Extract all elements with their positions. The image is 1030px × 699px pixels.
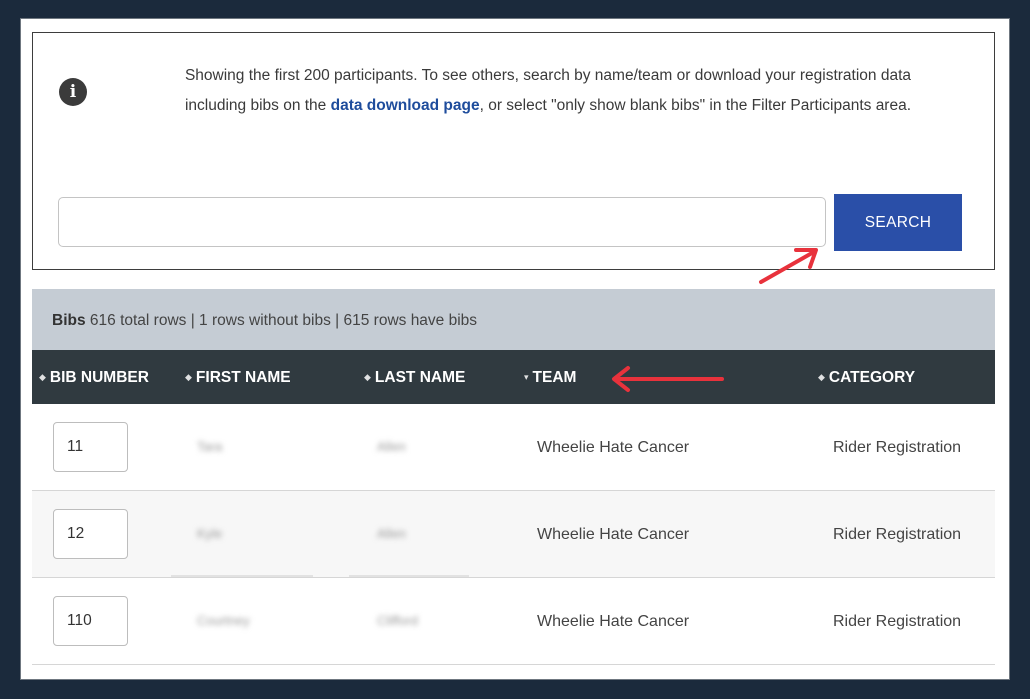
last-name-cell: Allen [377, 526, 406, 541]
column-label: CATEGORY [828, 369, 916, 386]
column-header-last-name[interactable]: ◆ LAST NAME [364, 350, 465, 404]
table-header: ◆ BIB NUMBER ◆ FIRST NAME ◆ LAST NAME ▾ TEAM… [32, 350, 995, 404]
info-box: i Showing the first 200 participants. To… [32, 32, 995, 270]
info-message: Showing the first 200 participants. To s… [128, 61, 968, 121]
first-name-cell: Kyle [197, 526, 223, 541]
column-header-team[interactable]: ▾ TEAM [524, 350, 576, 404]
sort-both-icon: ◆ [364, 372, 371, 382]
first-name-cell: Tara [197, 439, 223, 454]
search-button[interactable]: SEARCH [834, 194, 962, 251]
column-label: LAST NAME [374, 369, 466, 386]
column-header-bib-number[interactable]: ◆ BIB NUMBER [39, 350, 149, 404]
info-icon: i [59, 78, 87, 106]
sort-both-icon: ◆ [185, 372, 192, 382]
data-download-link[interactable]: data download page [331, 97, 480, 114]
column-header-category[interactable]: ◆ CATEGORY [818, 350, 915, 404]
column-label: BIB NUMBER [49, 369, 149, 386]
search-input[interactable] [58, 197, 826, 247]
last-name-cell: Clifford [377, 613, 418, 628]
team-cell: Wheelie Hate Cancer [537, 439, 690, 456]
last-name-cell: Allen [377, 439, 406, 454]
sort-both-icon: ◆ [818, 372, 825, 382]
table-row: Courtney Clifford Wheelie Hate Cancer Ri… [32, 578, 995, 665]
first-name-cell: Courtney [197, 613, 250, 628]
team-cell: Wheelie Hate Cancer [537, 613, 690, 630]
sort-desc-icon: ▾ [524, 372, 529, 382]
bibs-panel: i Showing the first 200 participants. To… [20, 18, 1010, 680]
info-line-1: Showing the first 200 participants. To s… [184, 67, 912, 84]
category-cell: Rider Registration [833, 439, 962, 456]
table-row: Kyle Allen Wheelie Hate Cancer Rider Reg… [32, 491, 995, 578]
column-header-first-name[interactable]: ◆ FIRST NAME [185, 350, 291, 404]
bib-number-input[interactable] [53, 509, 128, 559]
team-cell: Wheelie Hate Cancer [537, 526, 690, 543]
bibs-summary-bar: Bibs 616 total rows | 1 rows without bib… [32, 289, 995, 350]
sort-both-icon: ◆ [39, 372, 46, 382]
table-row: Tara Allen Wheelie Hate Cancer Rider Reg… [32, 404, 995, 491]
category-cell: Rider Registration [833, 613, 962, 630]
column-label: TEAM [532, 369, 577, 386]
first-name-divider [171, 575, 313, 577]
info-line-2-prefix: including bibs on the [184, 97, 331, 114]
last-name-divider [349, 575, 469, 577]
bibs-title: Bibs [52, 312, 86, 329]
column-label: FIRST NAME [195, 369, 291, 386]
bibs-counts: 616 total rows | 1 rows without bibs | 6… [89, 312, 478, 329]
category-cell: Rider Registration [833, 526, 962, 543]
info-line-2-suffix: , or select "only show blank bibs" in th… [479, 97, 912, 114]
bib-number-input[interactable] [53, 596, 128, 646]
bib-number-input[interactable] [53, 422, 128, 472]
